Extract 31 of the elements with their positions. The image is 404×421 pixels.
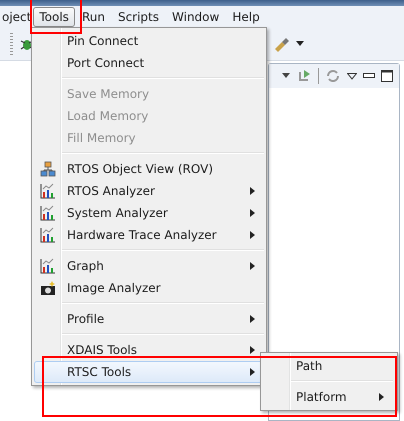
hierarchy-icon xyxy=(40,161,56,177)
caret-icon[interactable] xyxy=(282,73,290,79)
view-menu-icon[interactable] xyxy=(347,72,357,80)
sync-icon[interactable] xyxy=(325,68,341,84)
menu-item[interactable]: Hardware Trace Analyzer xyxy=(34,224,266,246)
step-return-icon[interactable] xyxy=(296,68,312,84)
menu-item[interactable]: Graph xyxy=(34,255,266,277)
caret-icon[interactable] xyxy=(296,41,304,47)
menubar-item[interactable]: Tools xyxy=(33,7,75,27)
camera-icon xyxy=(40,280,56,296)
menu-item[interactable]: Profile xyxy=(34,308,266,330)
menu-item[interactable]: RTOS Analyzer xyxy=(34,180,266,202)
annotation-frame xyxy=(30,0,82,34)
menubar-item[interactable]: Help xyxy=(226,7,266,27)
menu-item[interactable]: Platform xyxy=(263,386,395,408)
maximize-icon[interactable] xyxy=(381,70,393,82)
chart-icon xyxy=(40,258,56,274)
menubar-item[interactable]: Scripts xyxy=(112,7,166,27)
chart-icon xyxy=(40,205,56,221)
menu-item[interactable]: System Analyzer xyxy=(34,202,266,224)
menubar-item[interactable]: oject xyxy=(0,7,34,27)
menu-item[interactable]: XDAIS Tools xyxy=(34,339,266,361)
chart-icon xyxy=(40,227,56,243)
menu-item[interactable]: Image Analyzer xyxy=(34,277,266,299)
toolbar-gripper[interactable] xyxy=(10,33,13,55)
menubar-item[interactable]: Run xyxy=(76,7,111,27)
menubar-item[interactable]: Window xyxy=(166,7,226,27)
minimize-icon[interactable] xyxy=(363,73,375,79)
menu-item[interactable]: RTOS Object View (ROV) xyxy=(34,158,266,180)
menu-item[interactable]: Port Connect xyxy=(34,52,266,74)
chart-icon xyxy=(40,183,56,199)
